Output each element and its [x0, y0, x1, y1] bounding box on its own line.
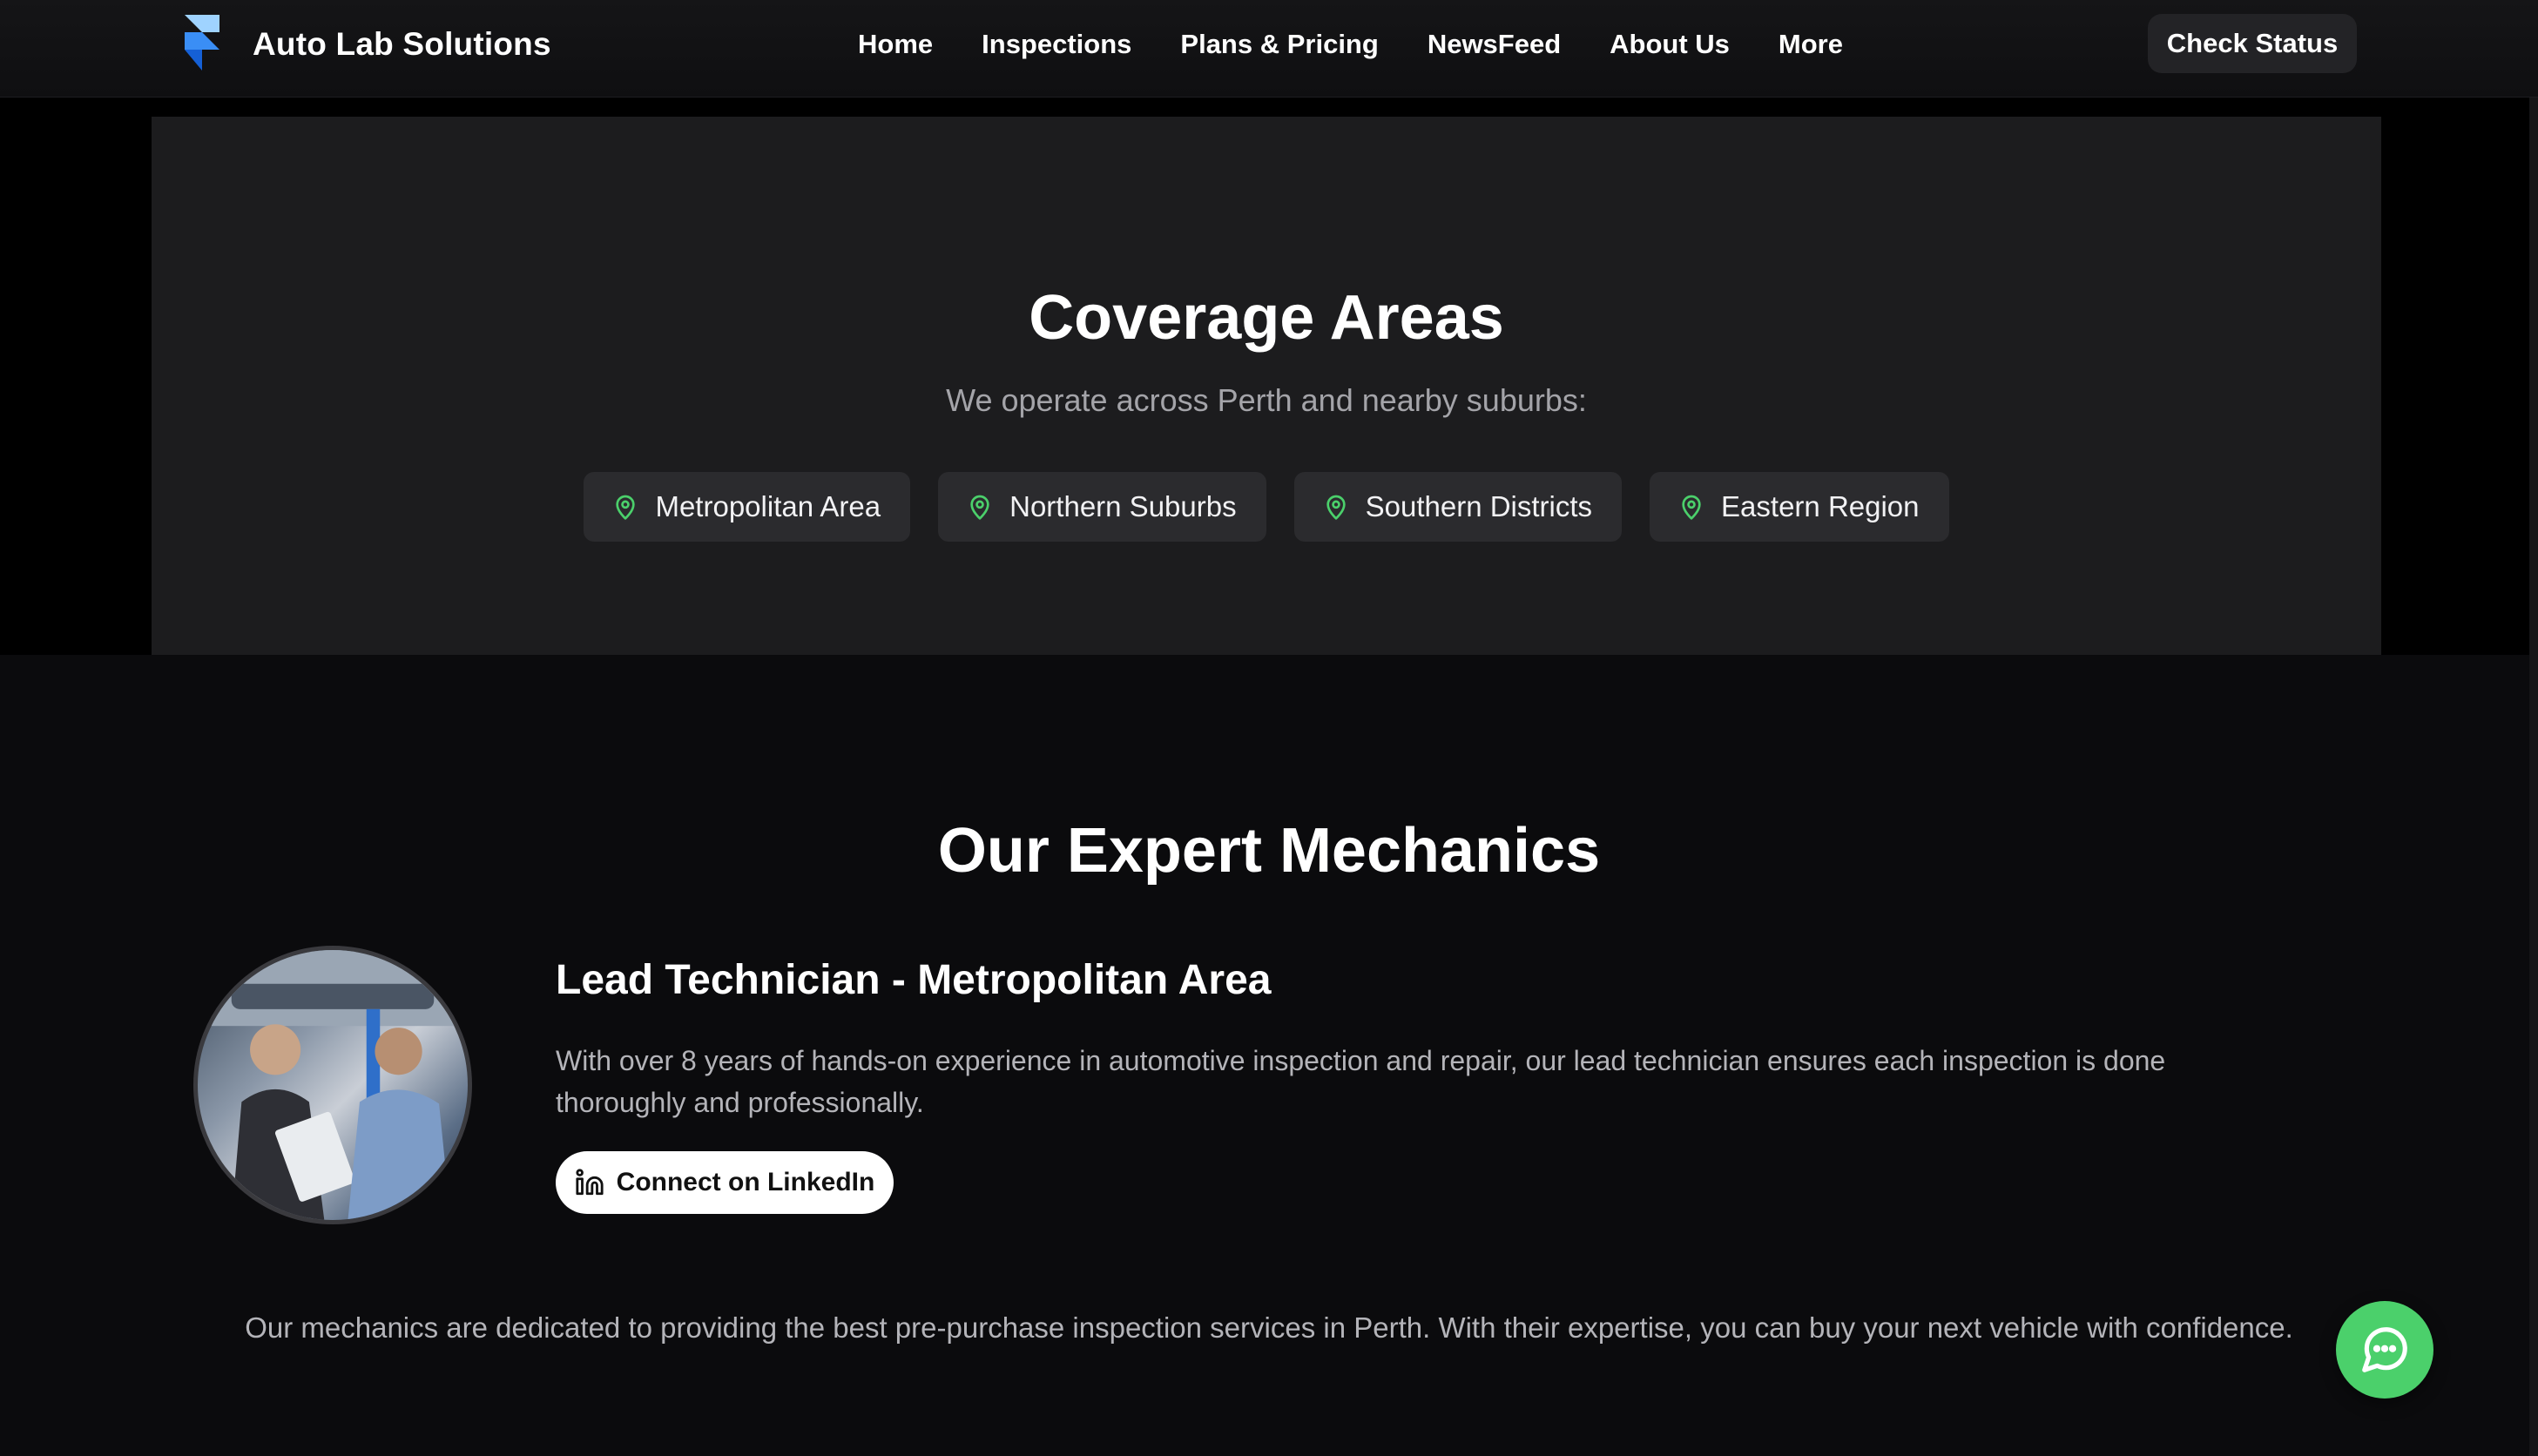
mechanics-footer-note: Our mechanics are dedicated to providing… [245, 1311, 2293, 1344]
technician-avatar [193, 946, 472, 1224]
linkedin-icon [576, 1169, 604, 1196]
nav-link-newsfeed[interactable]: NewsFeed [1428, 26, 1561, 63]
brand-name: Auto Lab Solutions [253, 26, 551, 62]
mechanics-title: Our Expert Mechanics [937, 816, 1601, 886]
main-nav: Home Inspections Plans & Pricing NewsFee… [858, 26, 1843, 63]
brand[interactable]: Auto Lab Solutions [181, 14, 551, 75]
chat-button[interactable] [2336, 1301, 2433, 1399]
nav-link-about-us[interactable]: About Us [1610, 26, 1730, 63]
check-status-button[interactable]: Check Status [2148, 14, 2357, 73]
map-pin-icon [1326, 495, 1346, 520]
area-chip-metropolitan[interactable]: Metropolitan Area [584, 472, 911, 542]
coverage-title: Coverage Areas [1029, 283, 1504, 353]
nav-link-more[interactable]: More [1779, 26, 1843, 63]
top-navbar: Auto Lab Solutions Home Inspections Plan… [0, 0, 2538, 98]
nav-link-inspections[interactable]: Inspections [982, 26, 1131, 63]
map-pin-icon [1682, 495, 1701, 520]
map-pin-icon [970, 495, 989, 520]
area-chip-northern[interactable]: Northern Suburbs [938, 472, 1266, 542]
area-label: Northern Suburbs [1009, 490, 1237, 522]
technician-role: Lead Technician - Metropolitan Area [556, 957, 1272, 1003]
area-label: Eastern Region [1721, 490, 1920, 522]
chat-bubble-icon [2362, 1327, 2407, 1372]
area-chip-southern[interactable]: Southern Districts [1293, 472, 1623, 542]
area-label: Southern Districts [1365, 490, 1593, 522]
page: Auto Lab Solutions Home Inspections Plan… [0, 0, 2538, 1456]
nav-link-plans-pricing[interactable]: Plans & Pricing [1180, 26, 1378, 63]
technician-description: With over 8 years of hands-on experience… [556, 1045, 2166, 1118]
nav-link-home[interactable]: Home [858, 26, 933, 63]
connect-linkedin-button[interactable]: Connect on LinkedIn [556, 1151, 894, 1214]
map-pin-icon [616, 495, 636, 520]
coverage-subtitle: We operate across Perth and nearby subur… [946, 382, 1587, 418]
area-label: Metropolitan Area [655, 490, 881, 522]
area-chip-eastern[interactable]: Eastern Region [1650, 472, 1949, 542]
framer-logo-icon [185, 15, 219, 71]
scrollbar-track[interactable] [2529, 98, 2538, 1456]
coverage-section: Coverage Areas We operate across Perth a… [152, 117, 2381, 655]
coverage-area-list: Metropolitan Area Northern Suburbs South… [152, 472, 2381, 542]
technician-photo [198, 950, 468, 1220]
linkedin-button-label: Connect on LinkedIn [616, 1168, 875, 1196]
